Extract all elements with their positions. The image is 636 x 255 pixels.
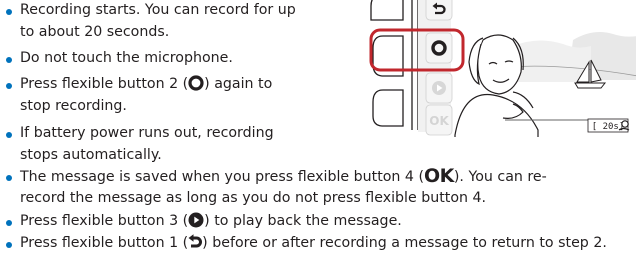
bullet-text-line: Press flexible button 1 ( ) before or aft… <box>20 233 607 254</box>
bullet-text: If battery power runs out, recording <box>20 125 274 141</box>
bullet-text: Press flexible button 1 ( <box>20 235 189 251</box>
bullet-text: Press flexible button 3 ( <box>20 213 189 229</box>
bullet-dot <box>6 220 12 226</box>
back-arrow-icon <box>188 234 203 248</box>
bullet-text: ) again to <box>204 76 273 92</box>
bullet-text: ). You can re- <box>453 169 547 185</box>
bullet-text-line: Press flexible button 2 ( ) again to <box>20 74 272 95</box>
camera-screen-illustration: OK [ 20s] <box>363 0 636 137</box>
screen-back-button <box>425 0 453 21</box>
bullet-dot <box>6 9 12 15</box>
record-circle-icon <box>188 75 204 91</box>
bullet-text-line: The message is saved when you press flex… <box>20 166 547 188</box>
bullet-text: Recording starts. You can record for up <box>20 2 296 18</box>
bullet-dot <box>6 83 12 89</box>
ok-label: OK <box>429 114 449 128</box>
bullet-text: stop recording. <box>20 98 127 114</box>
bullet-text: ) before or after recording a message to… <box>202 235 607 251</box>
bullet-text: to about 20 seconds. <box>20 24 170 40</box>
time-counter: [ 20s] <box>592 122 625 132</box>
bullet-text: ) to play back the message. <box>204 213 402 229</box>
screen-record-button <box>425 32 453 64</box>
bullet-text: Do not touch the microphone. <box>20 50 233 66</box>
camera-screen-svg: OK [ 20s] <box>363 0 636 137</box>
bullet-text: Press flexible button 2 ( <box>20 76 189 92</box>
bullet-text-line: Press flexible button 3 ( ) to play back … <box>20 211 402 232</box>
screen-play-button <box>425 72 453 104</box>
bullet-text: The message is saved when you press flex… <box>20 169 425 185</box>
ok-glyph: OK <box>424 165 454 187</box>
bullet-dot <box>6 242 12 248</box>
bullet-dot <box>6 132 12 138</box>
play-icon <box>188 212 204 228</box>
screen-ok-button: OK <box>425 104 453 136</box>
bullet-text: record the message as long as you do not… <box>20 190 487 206</box>
bullet-dot <box>6 57 12 63</box>
bullet-text: stops automatically. <box>20 147 162 163</box>
bullet-dot <box>6 175 12 181</box>
physical-buttons <box>370 0 404 127</box>
